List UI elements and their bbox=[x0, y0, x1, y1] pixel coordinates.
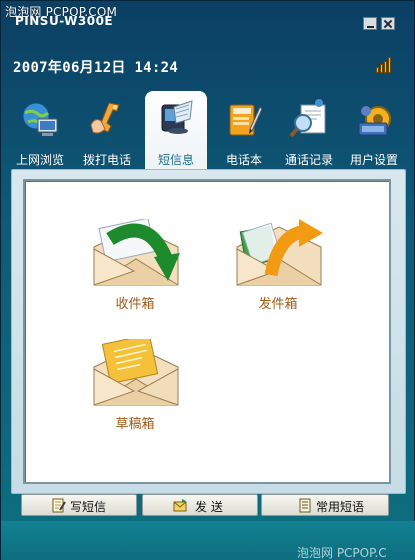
app-window: 泡泡网 PCPOP.COM PINSU-W300E 2007年06月12日 14… bbox=[0, 0, 415, 560]
write-message-button[interactable]: 写短信 bbox=[21, 494, 137, 516]
call-log-magnifier-icon bbox=[289, 99, 326, 138]
tab-call-log[interactable]: 通话记录 bbox=[278, 93, 340, 169]
common-phrases-label: 常用短语 bbox=[316, 500, 365, 514]
tab-dial-phone[interactable]: 拨打电话 bbox=[76, 93, 138, 169]
signal-strength-icon bbox=[376, 55, 394, 73]
inbox-envelope-icon bbox=[93, 219, 180, 286]
main-tabs: 上网浏览 拨打电话 短信息 电话本 通话记录 用户设置 bbox=[9, 91, 409, 169]
title-bar: PINSU-W300E bbox=[1, 13, 415, 33]
outbox-envelope-icon bbox=[236, 219, 323, 286]
tab-label: 用户设置 bbox=[349, 153, 398, 167]
phrase-list-icon bbox=[299, 498, 311, 513]
watermark-bottom: 泡泡网 PCPOP.C bbox=[297, 546, 387, 560]
write-message-label: 写短信 bbox=[70, 500, 107, 514]
tab-web-browse[interactable]: 上网浏览 bbox=[9, 93, 71, 169]
message-panel: 收件箱 发件箱 草稿箱 bbox=[23, 179, 391, 484]
send-envelope-icon bbox=[173, 499, 187, 512]
close-icon[interactable] bbox=[381, 17, 395, 30]
phone-hand-icon bbox=[90, 102, 120, 134]
outbox-item[interactable]: 发件箱 bbox=[223, 219, 333, 319]
tab-label: 拨打电话 bbox=[82, 153, 131, 167]
drafts-label: 草稿箱 bbox=[115, 417, 155, 432]
inbox-item[interactable]: 收件箱 bbox=[80, 219, 190, 319]
message-device-icon bbox=[161, 100, 193, 134]
tab-user-settings[interactable]: 用户设置 bbox=[343, 93, 405, 169]
tab-label: 通话记录 bbox=[284, 153, 333, 167]
inbox-label: 收件箱 bbox=[115, 297, 155, 312]
globe-computer-icon bbox=[22, 102, 58, 136]
date-time: 2007年06月12日 14:24 bbox=[13, 60, 179, 76]
send-button[interactable]: 发 送 bbox=[142, 494, 258, 516]
contacts-book-icon bbox=[229, 104, 263, 136]
write-note-icon bbox=[52, 498, 66, 513]
tab-label: 电话本 bbox=[225, 153, 262, 167]
drafts-item[interactable]: 草稿箱 bbox=[80, 339, 190, 439]
send-label: 发 送 bbox=[195, 500, 223, 514]
tab-messages[interactable]: 短信息 bbox=[145, 91, 207, 169]
bottom-toolbar: 写短信 发 送 常用短语 bbox=[21, 494, 391, 518]
tab-label: 短信息 bbox=[157, 153, 194, 167]
user-settings-gear-icon bbox=[358, 106, 391, 136]
tab-label: 上网浏览 bbox=[15, 153, 64, 167]
tab-phonebook[interactable]: 电话本 bbox=[213, 93, 275, 169]
outbox-label: 发件箱 bbox=[258, 297, 298, 312]
drafts-envelope-icon bbox=[93, 339, 179, 406]
minimize-icon[interactable] bbox=[363, 17, 377, 30]
common-phrases-button[interactable]: 常用短语 bbox=[261, 494, 389, 516]
window-title: PINSU-W300E bbox=[15, 14, 114, 28]
status-bar: 2007年06月12日 14:24 bbox=[1, 49, 415, 83]
